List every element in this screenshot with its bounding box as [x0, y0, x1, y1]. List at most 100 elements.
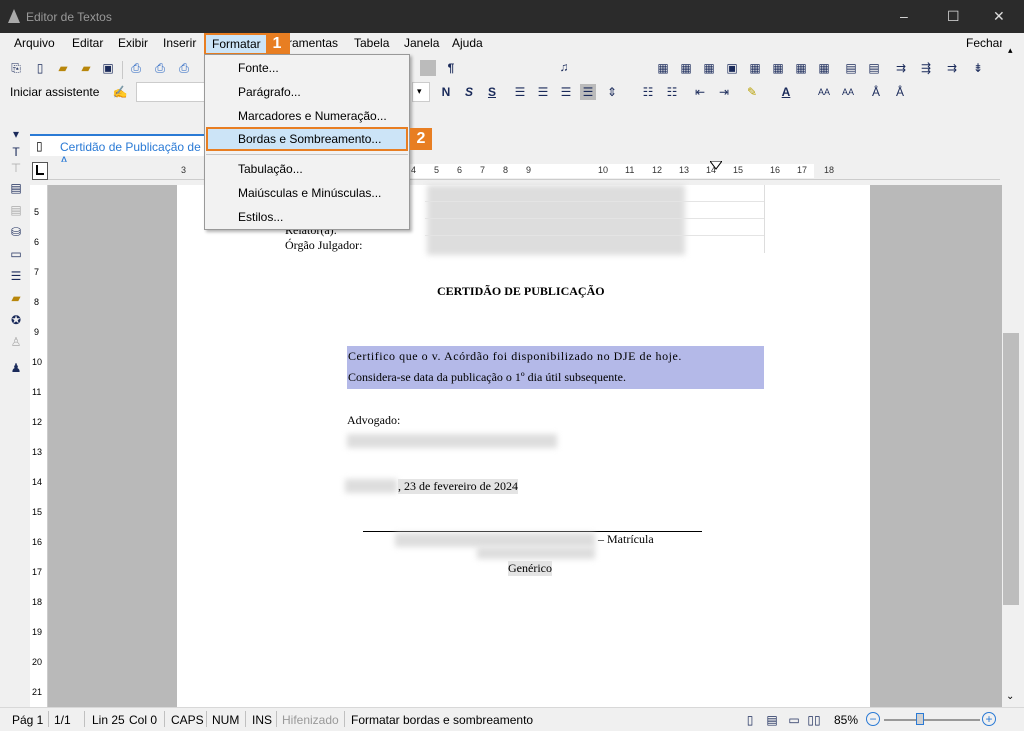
- table-down-icon[interactable]: ⇟: [970, 60, 986, 76]
- menu-item-bordas[interactable]: Bordas e Sombreamento...: [206, 127, 408, 151]
- save-icon[interactable]: ▣: [100, 60, 116, 76]
- ruler-number: 6: [457, 165, 463, 175]
- lock-icon[interactable]: ▰: [8, 290, 24, 306]
- table-props-icon[interactable]: ▤: [866, 60, 882, 76]
- menu-item-marcadores[interactable]: Marcadores e Numeração...: [238, 109, 387, 123]
- web-layout-icon[interactable]: ▭: [786, 712, 802, 728]
- scroll-down-icon[interactable]: ⌄: [1006, 691, 1014, 702]
- form-icon[interactable]: ▤: [8, 180, 24, 196]
- list-icon[interactable]: ☰: [8, 268, 24, 284]
- font-grow-icon[interactable]: AA: [816, 84, 832, 100]
- menu-item-maiusculas[interactable]: Maiúsculas e Minúsculas...: [238, 186, 381, 200]
- bold-icon[interactable]: N: [438, 84, 454, 100]
- table-grid-icon[interactable]: ▦: [678, 60, 694, 76]
- bullets-icon[interactable]: ☷: [640, 84, 656, 100]
- assistant-label[interactable]: Iniciar assistente: [10, 85, 99, 99]
- two-page-icon[interactable]: ▯▯: [806, 712, 822, 728]
- case-change-icon[interactable]: Å: [892, 84, 908, 100]
- vertical-scrollbar[interactable]: ▴ ⌄: [1002, 33, 1024, 707]
- vertical-ruler[interactable]: 5 6 7 8 9 10 11 12 13 14 15 16 17 18 19 …: [30, 185, 48, 707]
- indent-marker-icon[interactable]: [710, 161, 722, 171]
- menu-item-fonte[interactable]: Fonte...: [238, 61, 279, 75]
- justify-icon[interactable]: ☰: [580, 84, 596, 100]
- assistant-icon[interactable]: ✍: [112, 84, 128, 100]
- print-icon[interactable]: ⎙: [128, 60, 144, 76]
- underline-icon[interactable]: S: [484, 84, 500, 100]
- table-merge-icon[interactable]: ▦: [816, 60, 832, 76]
- chevron-down-icon[interactable]: ▾: [8, 126, 24, 142]
- zoom-out-icon[interactable]: −: [866, 712, 880, 726]
- zoom-in-icon[interactable]: +: [982, 712, 996, 726]
- selected-paragraph[interactable]: Certifico que o v. Acórdão foi disponibi…: [347, 346, 764, 389]
- size-combobox[interactable]: ▾: [412, 82, 430, 102]
- new-document-icon[interactable]: ▯: [32, 60, 48, 76]
- align-right-icon[interactable]: ☰: [558, 84, 574, 100]
- document-page[interactable]: Relator(a): Órgão Julgador: CERTIDÃO DE …: [177, 185, 870, 707]
- zoom-slider-handle[interactable]: [916, 713, 924, 725]
- table-cols-icon[interactable]: ▦: [793, 60, 809, 76]
- minimize-button[interactable]: –: [900, 8, 908, 24]
- ruler-number: 11: [625, 165, 635, 175]
- menu-bar: Arquivo Editar Exibir Inserir ramentas T…: [0, 33, 1024, 55]
- align-center-icon[interactable]: ☰: [535, 84, 551, 100]
- ruler-number: 16: [32, 537, 43, 547]
- menu-item-paragrafo[interactable]: Parágrafo...: [238, 85, 301, 99]
- comment-icon[interactable]: ▭: [8, 246, 24, 262]
- table-rows-icon[interactable]: ▦: [770, 60, 786, 76]
- table-arrow-icon[interactable]: ⇉: [893, 60, 909, 76]
- document-tab[interactable]: ▯ Certidão de Publicação de A: [30, 134, 210, 168]
- scroll-up-icon[interactable]: ▴: [1008, 45, 1013, 56]
- maximize-button[interactable]: ☐: [947, 8, 960, 25]
- table-delete-icon[interactable]: ▤: [843, 60, 859, 76]
- print-layout-icon[interactable]: ▤: [764, 712, 780, 728]
- scrollbar-thumb[interactable]: [1003, 333, 1019, 605]
- horizontal-ruler[interactable]: 3 4 5 6 7 8 9 10 11 12 13 14 15 16 17 18: [48, 161, 1000, 180]
- menu-exibir[interactable]: Exibir: [118, 36, 148, 50]
- table-move-icon[interactable]: ⇶: [918, 60, 934, 76]
- database-icon[interactable]: ⛁: [8, 224, 24, 240]
- table-insert-icon[interactable]: ▦: [701, 60, 717, 76]
- award-icon[interactable]: ✪: [8, 312, 24, 328]
- font-shrink-icon[interactable]: AA: [840, 84, 856, 100]
- align-left-icon[interactable]: ☰: [512, 84, 528, 100]
- menu-item-estilos[interactable]: Estilos...: [238, 210, 283, 224]
- print-setup-icon[interactable]: ⎙: [176, 60, 192, 76]
- paragraph-line-1: Certifico que o v. Acórdão foi disponibi…: [348, 349, 682, 363]
- font-color-icon[interactable]: A: [778, 84, 794, 100]
- menu-item-tabulacao[interactable]: Tabulação...: [238, 162, 303, 176]
- menu-arquivo[interactable]: Arquivo: [14, 36, 55, 50]
- menu-tabela[interactable]: Tabela: [354, 36, 389, 50]
- decrease-indent-icon[interactable]: ⇤: [692, 84, 708, 100]
- table-icon[interactable]: ▦: [655, 60, 671, 76]
- highlight-icon[interactable]: ✎: [744, 84, 760, 100]
- increase-indent-icon[interactable]: ⇥: [716, 84, 732, 100]
- tab-stop-selector[interactable]: [32, 162, 48, 180]
- menu-ferramentas[interactable]: ramentas: [288, 36, 338, 50]
- close-button[interactable]: ✕: [993, 8, 1005, 25]
- cursor-icon[interactable]: T: [8, 144, 24, 160]
- case-icon[interactable]: Å: [868, 84, 884, 100]
- numbering-icon[interactable]: ☷: [664, 84, 680, 100]
- page-view-icon[interactable]: ▯: [742, 712, 758, 728]
- table-cell-icon[interactable]: ▣: [724, 60, 740, 76]
- table-split-icon[interactable]: ▦: [747, 60, 763, 76]
- italic-icon[interactable]: S: [461, 84, 477, 100]
- menu-janela[interactable]: Janela: [404, 36, 439, 50]
- table-right-icon[interactable]: ⇉: [944, 60, 960, 76]
- menu-editar[interactable]: Editar: [72, 36, 103, 50]
- style-icon[interactable]: [420, 60, 436, 76]
- ruler-number: 13: [32, 447, 43, 457]
- menu-inserir[interactable]: Inserir: [163, 36, 196, 50]
- line-spacing-icon[interactable]: ⇕: [604, 84, 620, 100]
- bell-icon[interactable]: ♫: [556, 59, 572, 75]
- new-special-icon[interactable]: ⎘: [8, 60, 24, 76]
- open-file-icon[interactable]: ▰: [78, 60, 94, 76]
- zoom-slider[interactable]: [884, 719, 980, 721]
- pilcrow-icon[interactable]: ¶: [443, 60, 459, 76]
- style-combobox[interactable]: [136, 82, 206, 102]
- open-folder-icon[interactable]: ▰: [55, 60, 71, 76]
- paint-icon[interactable]: ♟: [8, 360, 24, 376]
- menu-ajuda[interactable]: Ajuda: [452, 36, 483, 50]
- print-preview-icon[interactable]: ⎙: [152, 60, 168, 76]
- fechar-button[interactable]: Fechar: [966, 36, 1003, 50]
